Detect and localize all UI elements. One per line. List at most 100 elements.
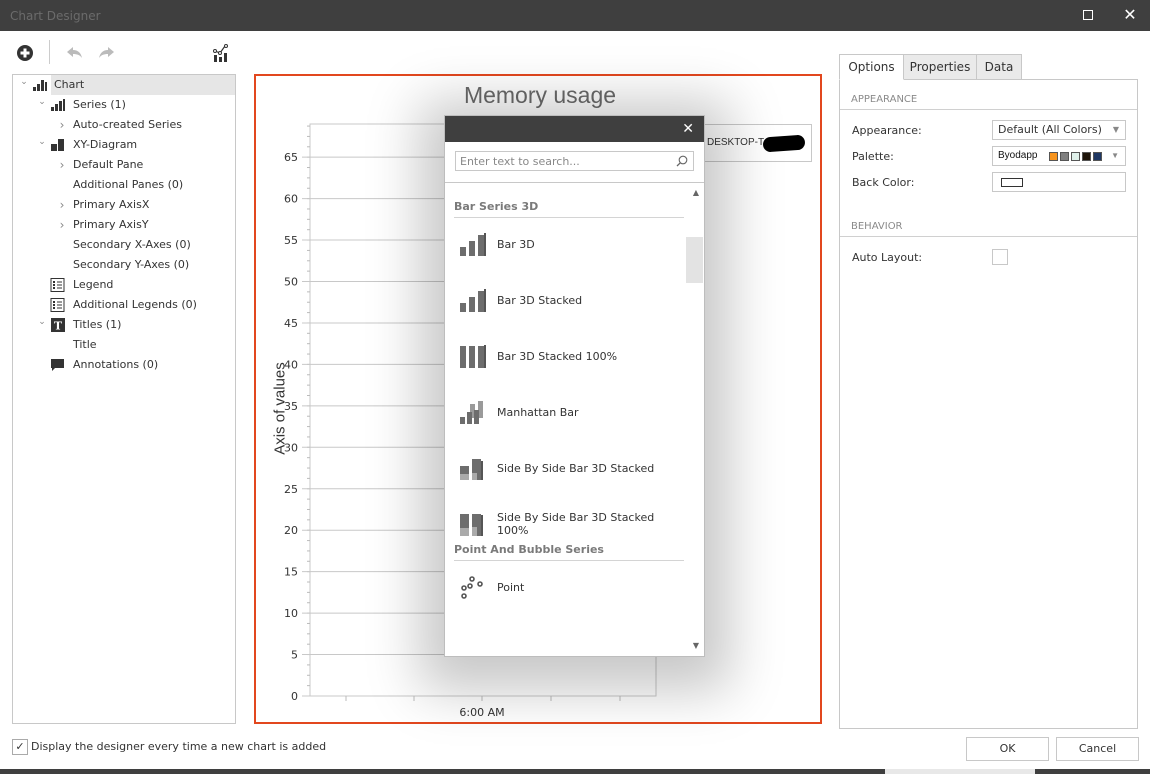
tab-options[interactable]: Options xyxy=(839,54,904,80)
tab-properties[interactable]: Properties xyxy=(903,54,977,80)
tree-item[interactable]: Additional Panes (0) xyxy=(13,175,235,195)
palette-dropdown[interactable]: Byodapp ▼ xyxy=(992,146,1126,166)
tree-item[interactable]: › Primary AxisY xyxy=(13,215,235,235)
chevron-down-icon[interactable]: ⌄ xyxy=(37,97,47,107)
tree-item-label: Secondary X-Axes (0) xyxy=(73,238,191,251)
scrollbar-thumb[interactable] xyxy=(686,237,703,283)
tree-item-label: Secondary Y-Axes (0) xyxy=(73,258,190,271)
toolbar-separator xyxy=(49,40,50,64)
redo-button[interactable] xyxy=(94,40,118,66)
palette-swatch xyxy=(1049,152,1058,161)
tree-item-label: Annotations (0) xyxy=(73,358,159,371)
add-button[interactable] xyxy=(13,40,37,66)
y-tick-label: 15 xyxy=(284,566,298,579)
palette-label: Palette: xyxy=(852,150,894,163)
tree-item[interactable]: ⌄ XY-Diagram xyxy=(13,135,235,155)
section-appearance: APPEARANCE xyxy=(840,90,1137,110)
palette-value: Byodapp xyxy=(998,150,1038,161)
chevron-down-icon: ▼ xyxy=(1111,151,1119,160)
display-designer-checkbox[interactable]: ✓ xyxy=(12,739,28,755)
chart-type-item[interactable]: Manhattan Bar xyxy=(445,392,685,432)
auto-layout-label: Auto Layout: xyxy=(852,251,923,264)
tree-item-label: Primary AxisY xyxy=(73,218,149,231)
chevron-right-icon[interactable]: › xyxy=(57,159,67,171)
title-icon: T xyxy=(50,318,66,333)
auto-layout-checkbox[interactable] xyxy=(992,249,1008,265)
tab-bar: Options Properties Data xyxy=(839,54,1139,80)
tree-item[interactable]: Title xyxy=(13,335,235,355)
chart-type-label: Bar 3D Stacked xyxy=(497,293,583,307)
close-button[interactable]: ✕ xyxy=(1122,5,1138,25)
tree-item[interactable]: › Default Pane xyxy=(13,155,235,175)
y-tick-label: 5 xyxy=(291,649,298,662)
chart-type-item[interactable]: Bar 3D xyxy=(445,224,685,264)
title-bar: Chart Designer ✕ xyxy=(0,0,1150,31)
options-content: APPEARANCE Appearance: Default (All Colo… xyxy=(839,79,1138,729)
change-chart-type-button[interactable] xyxy=(209,40,233,66)
tree-item[interactable]: ⌄ Series (1) xyxy=(13,95,235,115)
add-icon xyxy=(17,45,33,61)
options-panel: Options Properties Data APPEARANCE Appea… xyxy=(839,54,1139,730)
taskbar-segment xyxy=(885,769,1035,774)
chart-type-item[interactable]: Bar 3D Stacked 100% xyxy=(445,336,685,376)
bar-3d-icon xyxy=(458,232,490,258)
tree-item[interactable]: Secondary X-Axes (0) xyxy=(13,235,235,255)
chevron-down-icon[interactable]: ⌄ xyxy=(37,317,47,327)
tree-item[interactable]: ⌄ Chart xyxy=(13,75,235,95)
search-box[interactable] xyxy=(455,151,694,171)
tree-item-label: Series (1) xyxy=(73,98,126,111)
ok-button[interactable]: OK xyxy=(966,737,1049,761)
legend-item-label: DESKTOP-T xyxy=(707,137,765,148)
chart-type-label: Point xyxy=(497,580,525,594)
tree-item[interactable]: Secondary Y-Axes (0) xyxy=(13,255,235,275)
back-color-label: Back Color: xyxy=(852,176,915,189)
tab-data[interactable]: Data xyxy=(976,54,1022,80)
chart-type-item[interactable]: Side By Side Bar 3D Stacked xyxy=(445,448,685,488)
diagram-icon xyxy=(50,138,66,152)
y-tick-label: 20 xyxy=(284,524,298,537)
popup-close-button[interactable]: ✕ xyxy=(682,120,694,138)
tree-item[interactable]: › Auto-created Series xyxy=(13,115,235,135)
x-tick-label: 6:00 AM xyxy=(459,706,504,719)
appearance-dropdown[interactable]: Default (All Colors) ▼ xyxy=(992,120,1126,140)
chevron-right-icon[interactable]: › xyxy=(57,219,67,231)
y-axis-title[interactable]: Axis of values xyxy=(272,339,289,479)
chevron-right-icon[interactable]: › xyxy=(57,119,67,131)
palette-swatch xyxy=(1082,152,1091,161)
cancel-button[interactable]: Cancel xyxy=(1056,737,1139,761)
tree-item[interactable]: ⌄ T Titles (1) xyxy=(13,315,235,335)
tree-item[interactable]: Legend xyxy=(13,275,235,295)
series-icon xyxy=(50,98,66,112)
group-header: Point And Bubble Series xyxy=(454,541,684,561)
chart-title[interactable]: Memory usage xyxy=(256,82,820,109)
chart-type-label: Bar 3D Stacked 100% xyxy=(497,349,618,363)
display-designer-label: Display the designer every time a new ch… xyxy=(31,740,327,753)
chart-type-item[interactable]: Bar 3D Stacked xyxy=(445,280,685,320)
chevron-down-icon[interactable]: ⌄ xyxy=(37,137,47,147)
chevron-down-icon[interactable]: ⌄ xyxy=(19,77,29,87)
search-input[interactable] xyxy=(460,153,670,169)
tree-item[interactable]: › Primary AxisX xyxy=(13,195,235,215)
tree-item[interactable]: Additional Legends (0) xyxy=(13,295,235,315)
scroll-down-arrow[interactable]: ▼ xyxy=(693,641,699,650)
annotation-icon xyxy=(50,358,66,372)
chart-type-label: Manhattan Bar xyxy=(497,405,579,419)
y-tick-label: 25 xyxy=(284,483,298,496)
element-tree: ⌄ Chart ⌄ Series (1) › Auto-created Series ⌄ XY… xyxy=(12,74,236,724)
appearance-value: Default (All Colors) xyxy=(998,123,1102,136)
scroll-up-arrow[interactable]: ▲ xyxy=(693,188,699,197)
chart-type-item[interactable]: Side By Side Bar 3D Stacked 100% xyxy=(445,504,685,544)
y-tick-label: 65 xyxy=(284,151,298,164)
tree-item-label: XY-Diagram xyxy=(73,138,138,151)
bar-3d-stacked-icon xyxy=(458,288,490,314)
chart-type-item[interactable]: Point xyxy=(445,567,685,607)
y-tick-label: 60 xyxy=(284,193,298,206)
tree-item[interactable]: Annotations (0) xyxy=(13,355,235,375)
manhattan-bar-icon xyxy=(458,400,490,426)
maximize-button[interactable] xyxy=(1083,10,1093,20)
chevron-right-icon[interactable]: › xyxy=(57,199,67,211)
tree-item-label: Title xyxy=(73,338,97,351)
back-color-picker[interactable] xyxy=(992,172,1126,192)
tree-item-label: Additional Panes (0) xyxy=(73,178,184,191)
undo-button[interactable] xyxy=(63,40,87,66)
